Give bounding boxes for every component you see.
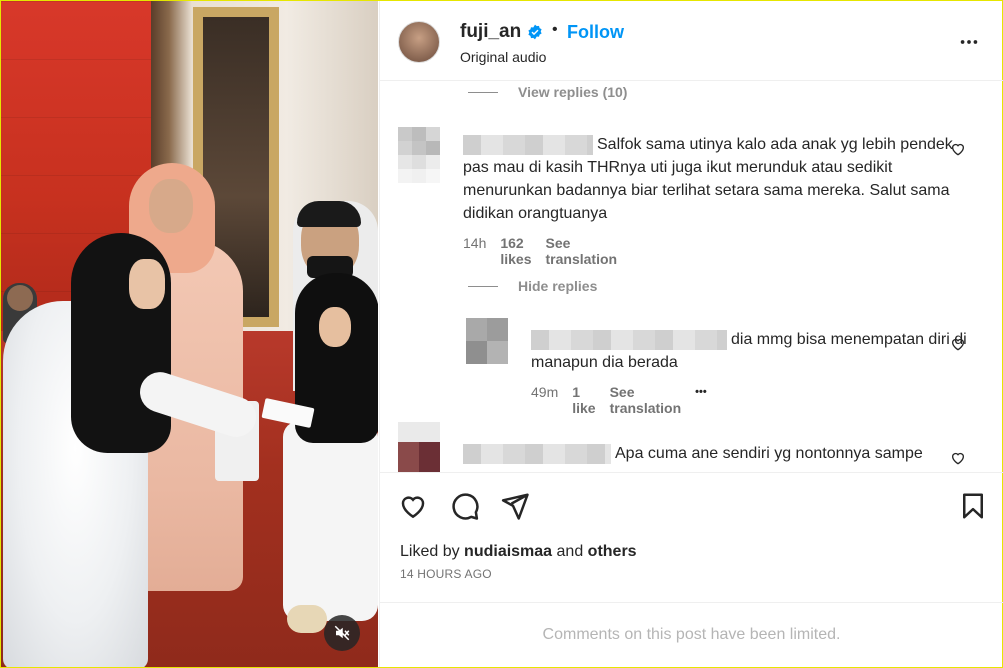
comments-list[interactable]: View replies (10) Salfok sama utinya kal… xyxy=(380,82,1003,472)
comment-time: 14h xyxy=(463,235,487,251)
post-timestamp[interactable]: 14 HOURS AGO xyxy=(400,567,492,581)
commenter-username[interactable] xyxy=(463,443,611,464)
child xyxy=(283,421,378,621)
liked-by: Liked by nudiaismaa and others xyxy=(400,543,637,560)
comments-limited-notice: Comments on this post have been limited. xyxy=(380,602,1003,667)
commenter-avatar[interactable] xyxy=(398,422,440,472)
separator-dot: • xyxy=(552,21,558,38)
share-icon[interactable] xyxy=(500,491,530,521)
post-video[interactable] xyxy=(1,1,378,667)
view-replies-button[interactable]: View replies (10) xyxy=(468,84,627,100)
mute-button[interactable] xyxy=(324,615,360,651)
liked-by-others[interactable]: others xyxy=(588,543,637,560)
heart-icon[interactable] xyxy=(950,141,966,157)
mute-icon xyxy=(334,625,350,641)
liked-by-user[interactable]: nudiaismaa xyxy=(464,543,552,560)
see-translation[interactable]: See translation xyxy=(546,235,618,267)
see-translation[interactable]: See translation xyxy=(610,384,682,416)
avatar[interactable] xyxy=(398,21,440,63)
post-panel: fuji_an • Follow Original audio View rep… xyxy=(379,1,1003,667)
more-icon[interactable] xyxy=(958,31,980,53)
heart-icon[interactable] xyxy=(950,450,966,466)
comment-text: Apa cuma ane sendiri yg nontonnya sampe xyxy=(615,445,923,462)
verified-icon xyxy=(528,24,542,40)
action-bar xyxy=(380,472,1003,542)
comment-likes[interactable]: 1 like xyxy=(572,384,595,416)
hide-replies-button[interactable]: Hide replies xyxy=(468,278,597,294)
heart-icon[interactable] xyxy=(398,491,428,521)
heart-icon[interactable] xyxy=(950,336,966,352)
comment-time: 49m xyxy=(531,384,559,400)
post-header: fuji_an • Follow Original audio xyxy=(380,1,1003,81)
commenter-avatar[interactable] xyxy=(398,127,440,191)
commenter-avatar[interactable] xyxy=(466,318,508,364)
comment-likes[interactable]: 162 likes xyxy=(500,235,531,267)
audio-label[interactable]: Original audio xyxy=(460,49,546,65)
username[interactable]: fuji_an xyxy=(460,21,521,43)
commenter-username[interactable] xyxy=(463,134,593,155)
comment-icon[interactable] xyxy=(450,491,480,521)
commenter-username[interactable] xyxy=(531,329,727,350)
bookmark-icon[interactable] xyxy=(958,491,988,521)
comment-more-button[interactable]: ••• xyxy=(695,384,707,416)
follow-button[interactable]: Follow xyxy=(567,22,624,43)
